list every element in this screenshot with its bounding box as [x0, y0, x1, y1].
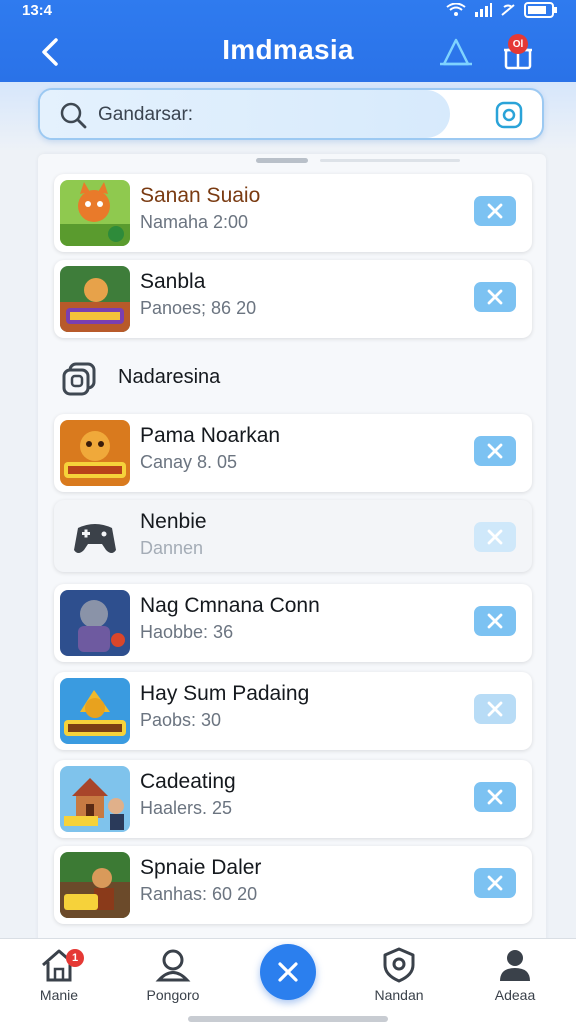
remove-button[interactable]: [474, 694, 516, 724]
remove-button[interactable]: [474, 282, 516, 312]
nav-account-label: Adeaa: [494, 987, 536, 1003]
game-thumbnail: [60, 180, 130, 246]
drag-handle-track: [320, 159, 460, 162]
item-title: Nag Cmnana Conn: [140, 594, 320, 617]
remove-button[interactable]: [474, 868, 516, 898]
item-subtitle: Dannen: [140, 538, 204, 558]
home-indicator: [188, 1016, 388, 1022]
nav-home-label: Manie: [39, 987, 79, 1003]
shield-icon: [383, 947, 415, 983]
signal-icon: [475, 3, 492, 17]
game-thumbnail: [60, 266, 130, 332]
item-title: Cadeating: [140, 770, 236, 793]
scan-icon[interactable]: [494, 100, 524, 130]
game-thumbnail: [60, 766, 130, 832]
nav-profile-label: Pongoro: [146, 987, 200, 1003]
account-icon: [500, 950, 530, 981]
mute-icon: [501, 4, 515, 16]
item-title: Hay Sum Padaing: [140, 682, 310, 705]
search-bar[interactable]: [38, 88, 544, 140]
item-title: Spnaie Daler: [140, 856, 262, 879]
list-item[interactable]: Cadeating Haalers. 25: [54, 760, 532, 838]
close-icon: [487, 789, 503, 805]
status-icons: [446, 2, 558, 18]
close-icon: [487, 443, 503, 459]
list-item[interactable]: Sanbla Panoes; 86 20: [54, 260, 532, 338]
list-item[interactable]: Nag Cmnana Conn Haobbe: 36: [54, 584, 532, 662]
close-icon: [487, 613, 503, 629]
game-thumbnail: [60, 590, 130, 656]
notification-badge: Ol: [508, 34, 528, 54]
app-header: 13:4 Imdmasia Ol: [0, 0, 576, 82]
list-item[interactable]: Hay Sum Padaing Paobs: 30: [54, 672, 532, 750]
list-item[interactable]: Sanan Suaio Namaha 2:00: [54, 174, 532, 252]
remove-button[interactable]: [474, 196, 516, 226]
remove-button[interactable]: [474, 436, 516, 466]
close-icon: [487, 529, 503, 545]
page-title: Imdmasia: [222, 34, 354, 65]
center-action-button[interactable]: [260, 944, 316, 1000]
item-subtitle: Ranhas: 60 20: [140, 884, 258, 904]
remove-button[interactable]: [474, 606, 516, 636]
close-icon: [278, 962, 298, 982]
section-title: Nadaresina: [118, 366, 221, 388]
nav-home[interactable]: Manie 1: [14, 947, 104, 1017]
nav-shield[interactable]: Nandan: [354, 947, 444, 1017]
close-icon: [487, 701, 503, 717]
status-bar: 13:4: [0, 0, 576, 22]
drag-handle[interactable]: [256, 158, 308, 163]
game-thumbnail: [60, 678, 130, 744]
content-panel: Sanan Suaio Namaha 2:00 Sanbla Panoes; 8…: [38, 154, 546, 944]
item-subtitle: Paobs: 30: [140, 710, 222, 730]
item-title: Nenbie: [140, 510, 207, 533]
search-icon: [60, 102, 87, 129]
close-icon: [487, 875, 503, 891]
item-subtitle: Namaha 2:00: [140, 212, 249, 232]
remove-button[interactable]: [474, 522, 516, 552]
item-subtitle: Haobbe: 36: [140, 622, 234, 642]
item-subtitle: Canay 8. 05: [140, 452, 238, 472]
game-thumbnail: [60, 506, 130, 572]
nav-account[interactable]: Adeaa: [470, 947, 560, 1017]
list-item[interactable]: Pama Noarkan Canay 8. 05: [54, 414, 532, 492]
search-input[interactable]: [98, 102, 428, 128]
list-item-disabled[interactable]: Nenbie Dannen: [54, 500, 532, 572]
battery-icon: [524, 2, 557, 18]
item-title: Sanbla: [140, 270, 206, 293]
user-search-icon: [155, 949, 191, 982]
game-thumbnail: [60, 852, 130, 918]
status-time: 13:4: [22, 2, 53, 19]
item-title: Sanan Suaio: [140, 184, 261, 207]
item-subtitle: Panoes; 86 20: [140, 298, 257, 318]
stack-icon: [62, 362, 96, 396]
wifi-icon: [446, 3, 466, 16]
close-icon: [487, 203, 503, 219]
close-icon: [487, 289, 503, 305]
bell-icon[interactable]: [436, 34, 476, 74]
item-title: Pama Noarkan: [140, 424, 281, 447]
list-item[interactable]: Spnaie Daler Ranhas: 60 20: [54, 846, 532, 924]
nav-profile[interactable]: Pongoro: [128, 947, 218, 1017]
remove-button[interactable]: [474, 782, 516, 812]
notification-badge: 1: [66, 949, 84, 967]
game-thumbnail: [60, 420, 130, 486]
item-subtitle: Haalers. 25: [140, 798, 233, 818]
nav-shield-label: Nandan: [374, 987, 424, 1003]
